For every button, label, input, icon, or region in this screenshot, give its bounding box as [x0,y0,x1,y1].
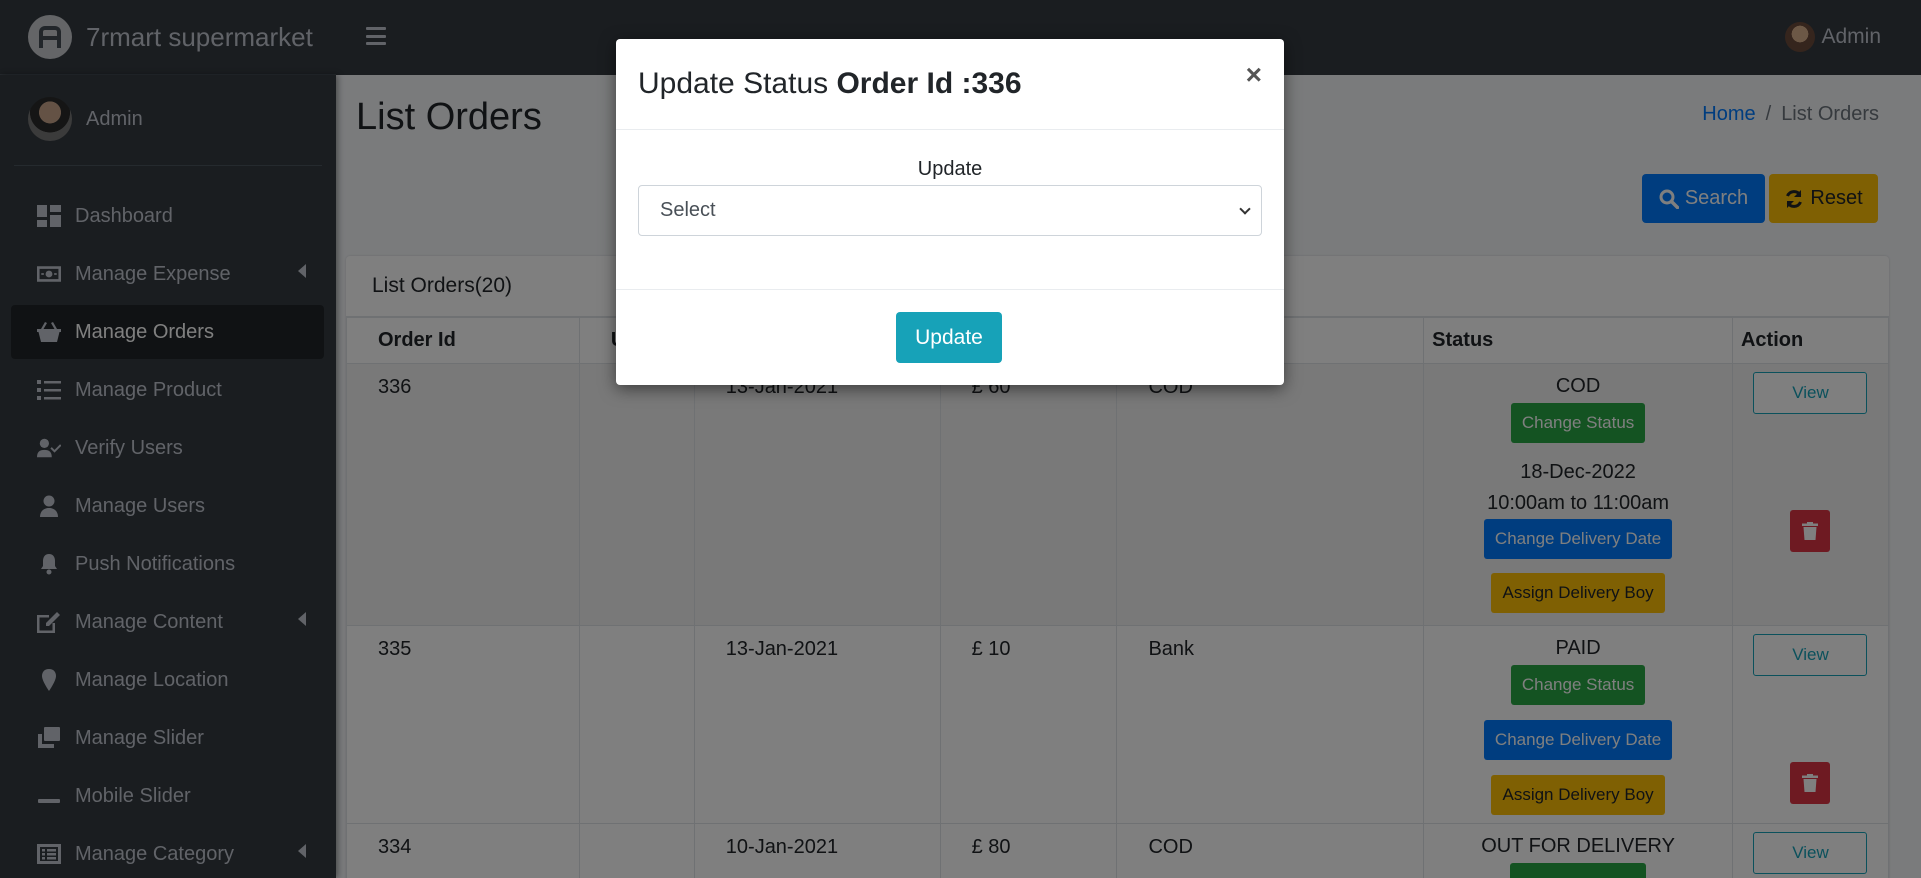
update-button[interactable]: Update [896,312,1002,363]
modal-footer: Update [616,290,1284,385]
modal-title: Update Status Order Id :336 [638,67,1022,101]
status-select[interactable]: Select [638,185,1262,236]
modal-title-prefix: Update Status [638,67,829,100]
close-icon[interactable]: × [1246,61,1262,89]
status-select-value: Select [660,199,716,221]
modal-body: Update Select [616,130,1284,290]
chevron-down-icon [1239,203,1251,215]
modal-header: Update Status Order Id :336 × [616,39,1284,130]
update-field-label: Update [917,158,983,180]
modal-title-order-id: Order Id :336 [836,67,1022,100]
update-status-modal: Update Status Order Id :336 × Update Sel… [616,39,1284,385]
